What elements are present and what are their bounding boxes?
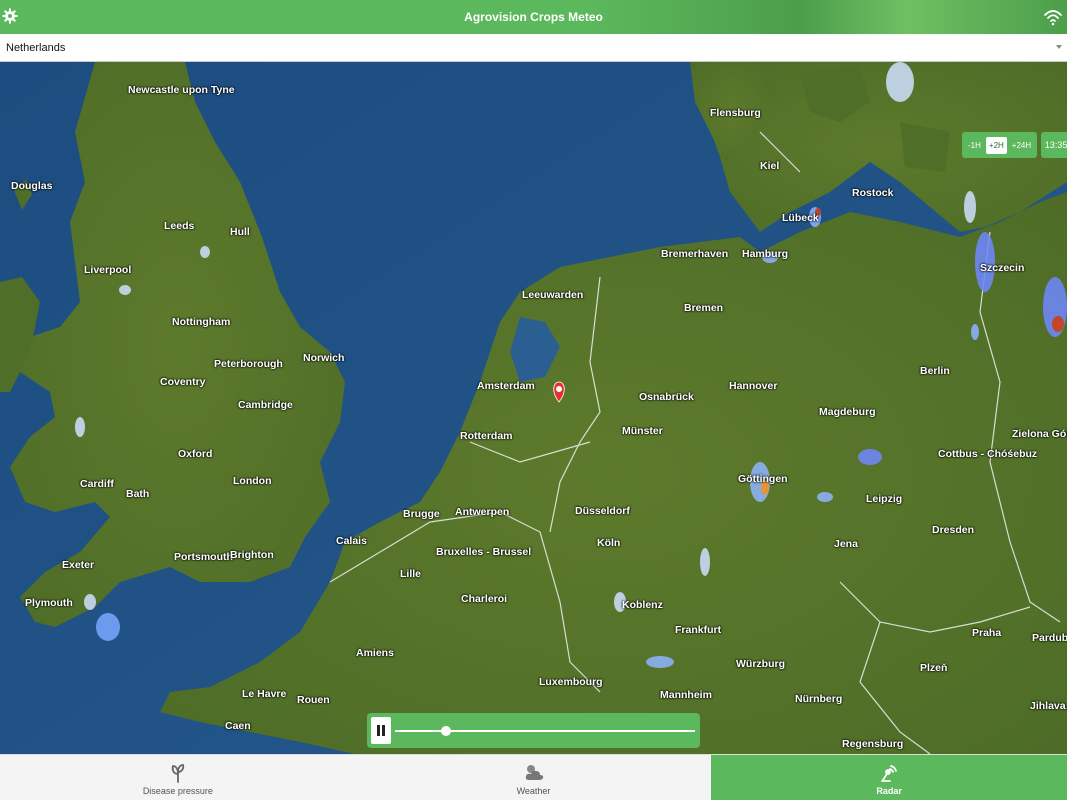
- nav-disease-pressure[interactable]: Disease pressure: [0, 755, 356, 800]
- time-offset-group: -1H +2H +24H: [962, 132, 1038, 158]
- city-label: Praha: [972, 627, 1002, 639]
- clock-display: 13:35: [1041, 132, 1067, 158]
- city-label: Zielona Góra: [1012, 428, 1067, 440]
- city-label: Antwerpen: [455, 506, 510, 518]
- city-label: Leipzig: [866, 493, 903, 505]
- city-label: Hull: [230, 226, 250, 238]
- city-label: Nottingham: [172, 316, 231, 328]
- city-label: Le Havre: [242, 688, 287, 700]
- city-label: Regensburg: [842, 738, 904, 750]
- city-label: Plzeň: [920, 662, 948, 674]
- city-label: Exeter: [62, 559, 95, 571]
- city-label: Jihlava: [1030, 700, 1066, 712]
- gear-icon[interactable]: [2, 8, 18, 24]
- playback-bar: [367, 713, 700, 748]
- city-label: Hannover: [729, 380, 778, 392]
- city-label: Portsmouth: [174, 551, 233, 563]
- city-label: Mannheim: [660, 689, 712, 701]
- city-label: Jena: [834, 538, 858, 550]
- city-label: Nürnberg: [795, 693, 843, 705]
- city-label: Flensburg: [710, 107, 761, 119]
- city-label: Luxembourg: [539, 676, 603, 688]
- city-label: Pardubice: [1032, 632, 1067, 644]
- nav-radar-label: Radar: [876, 786, 902, 796]
- city-label: Rouen: [297, 694, 330, 706]
- city-label: Koblenz: [622, 599, 663, 611]
- city-label: Lille: [400, 568, 422, 580]
- city-label: Rotterdam: [460, 430, 513, 442]
- city-label: Bremerhaven: [661, 248, 729, 260]
- nav-disease-pressure-label: Disease pressure: [142, 786, 213, 796]
- city-label: Würzburg: [736, 658, 785, 670]
- city-label: Dresden: [932, 524, 975, 536]
- city-label: Leeds: [164, 220, 195, 232]
- time-offset-2h-button[interactable]: +2H: [985, 136, 1007, 154]
- city-label: Norwich: [303, 352, 345, 364]
- city-label: Osnabrück: [639, 391, 694, 403]
- cloud-sun-icon: [525, 765, 543, 780]
- app-header: Agrovision Crops Meteo: [0, 0, 1067, 34]
- city-label: Bremen: [684, 302, 724, 314]
- city-label: Charleroi: [461, 593, 508, 605]
- city-label: Düsseldorf: [575, 505, 630, 517]
- pause-button[interactable]: [371, 717, 391, 744]
- city-label: London: [233, 475, 272, 487]
- city-label: Brighton: [230, 549, 274, 561]
- app-title: Agrovision Crops Meteo: [464, 10, 603, 24]
- city-label: Oxford: [178, 448, 213, 460]
- city-label: Bath: [126, 488, 150, 500]
- city-label: Coventry: [160, 376, 206, 388]
- timeline-slider-thumb[interactable]: [441, 726, 451, 736]
- city-label: Plymouth: [25, 597, 73, 609]
- chevron-down-icon: [1056, 45, 1062, 49]
- city-label: Frankfurt: [675, 624, 722, 636]
- city-label: Magdeburg: [819, 406, 876, 418]
- city-label: Calais: [336, 535, 367, 547]
- time-controls: -1H +2H +24H 13:35: [962, 132, 1067, 158]
- city-label: Caen: [225, 720, 251, 732]
- sprout-icon: [171, 764, 184, 783]
- nav-weather[interactable]: Weather: [356, 755, 712, 800]
- city-label: Bruxelles - Brussel: [436, 546, 532, 558]
- nav-radar[interactable]: Radar: [711, 755, 1067, 800]
- city-label: Liverpool: [84, 264, 132, 276]
- map-base: [0, 62, 1067, 754]
- country-select[interactable]: Netherlands: [0, 34, 1067, 62]
- city-label: Lübeck: [782, 212, 819, 224]
- city-label: Leeuwarden: [522, 289, 584, 301]
- city-label: Szczecin: [980, 262, 1025, 274]
- city-label: Hamburg: [742, 248, 789, 260]
- city-label: Cottbus - Chóśebuz: [938, 448, 1038, 460]
- timeline-slider[interactable]: [395, 726, 695, 736]
- city-label: Münster: [622, 425, 663, 437]
- time-offset-24h-button[interactable]: +24H: [1009, 137, 1034, 154]
- city-label: Newcastle upon Tyne: [128, 84, 235, 96]
- radar-map[interactable]: Newcastle upon Tyne Douglas Leeds Hull Liver…: [0, 62, 1067, 754]
- bottom-nav: Disease pressure Weather Radar: [0, 754, 1067, 800]
- city-label: Göttingen: [738, 473, 788, 485]
- time-offset-1h-button[interactable]: -1H: [965, 137, 984, 154]
- city-label: Amiens: [356, 647, 394, 659]
- city-label: Amsterdam: [477, 380, 535, 392]
- radar-icon: [881, 765, 898, 782]
- wifi-icon: [1043, 7, 1063, 27]
- city-label: Peterborough: [214, 358, 283, 370]
- city-label: Kiel: [760, 160, 780, 172]
- city-label: Rostock: [852, 187, 894, 199]
- city-label: Douglas: [11, 180, 53, 192]
- nav-weather-label: Weather: [516, 786, 551, 796]
- city-label: Köln: [597, 537, 621, 549]
- city-label: Berlin: [920, 365, 950, 377]
- city-label: Cambridge: [238, 399, 293, 411]
- city-label: Cardiff: [80, 478, 114, 490]
- city-label: Brugge: [403, 508, 440, 520]
- country-select-value: Netherlands: [6, 41, 66, 54]
